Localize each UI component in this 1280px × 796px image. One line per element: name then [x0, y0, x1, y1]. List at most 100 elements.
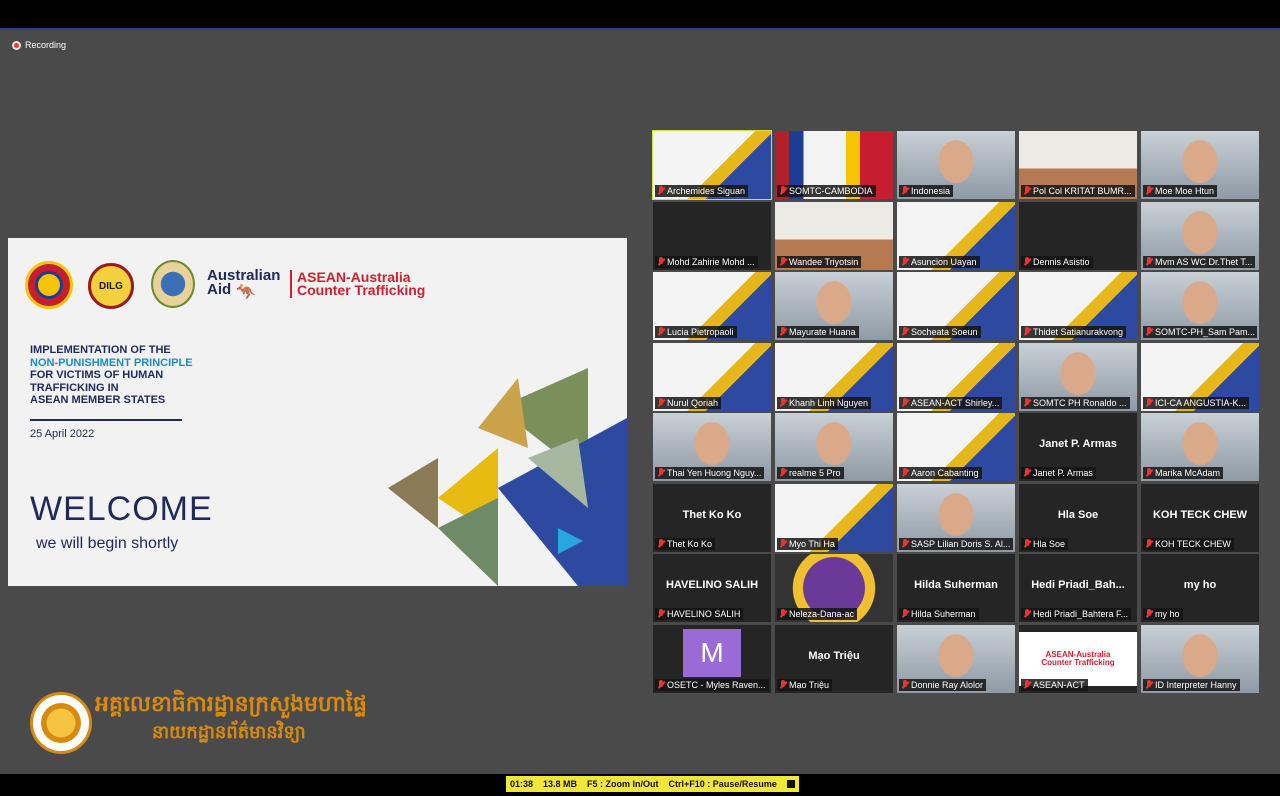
triangle-collage-graphic [388, 368, 627, 586]
muted-mic-icon [1145, 256, 1153, 267]
muted-mic-icon [1023, 256, 1031, 267]
participant-tile[interactable]: Thai Yen Huong Nguy... [653, 413, 771, 481]
welcome-heading: WELCOME [30, 490, 213, 528]
participant-tile[interactable]: ID Interpreter Hanny [1141, 624, 1259, 693]
participant-tile[interactable]: ASEAN-ACT Shirley... [897, 342, 1015, 411]
recording-icon [12, 40, 21, 50]
muted-mic-icon [1145, 679, 1153, 690]
muted-mic-icon [1023, 679, 1031, 690]
participant-name: Janet P. Armas [1033, 468, 1093, 478]
participant-display-name: Janet P. Armas [1039, 438, 1117, 450]
participant-tile[interactable]: SASP Lilian Doris S. Al... [897, 483, 1015, 552]
muted-mic-icon [779, 468, 787, 478]
participant-tile[interactable]: Janet P. Armas Janet P. Armas [1019, 413, 1137, 481]
participant-tile[interactable]: Nurul Qoriah [653, 342, 771, 411]
muted-mic-icon [1023, 397, 1031, 408]
participant-tile[interactable]: Aaron Cabanting [897, 413, 1015, 481]
recording-time: 01:38 [510, 779, 534, 789]
participant-name-label: ICI-CA ANGUSTIA-K... [1143, 396, 1250, 409]
participant-tile[interactable]: Mayurate Huana [775, 272, 893, 340]
muted-mic-icon [779, 256, 787, 267]
participant-name: Aaron Cabanting [911, 468, 979, 478]
participant-tile[interactable]: SOMTC PH Ronaldo ... [1019, 342, 1137, 411]
participant-tile[interactable]: Donnie Ray Alolor [897, 624, 1015, 693]
participant-tile[interactable]: realme 5 Pro [775, 413, 893, 481]
participant-name: HAVELINO SALIH [667, 609, 741, 619]
participant-tile[interactable]: Mạo Triệu Mạo Triệu [775, 624, 893, 693]
asean-act-logo: ASEAN-Australia Counter Trafficking [297, 269, 426, 298]
recording-indicator: Recording [12, 40, 66, 50]
participant-name-label: Hilda Suherman [899, 608, 979, 620]
participant-tile[interactable]: Hedi Priadi_Bah... Hedi Priadi_Bahtera F.… [1019, 554, 1137, 622]
participant-tile[interactable]: Indonesia [897, 131, 1015, 199]
avatar: M [683, 628, 741, 677]
participant-tile[interactable]: Asuncion Uayan [897, 201, 1015, 270]
participant-tile[interactable]: ICI-CA ANGUSTIA-K... [1141, 342, 1259, 411]
participant-tile[interactable]: Dennis Asistio [1019, 201, 1137, 270]
participant-tile[interactable]: SOMTC-CAMBODIA [775, 131, 893, 199]
participant-name: ASEAN-ACT [1033, 679, 1085, 690]
muted-mic-icon [901, 468, 909, 478]
participant-tile[interactable]: Marika McAdam [1141, 413, 1259, 481]
participant-tile[interactable]: Pol Col KRITAT BUMR... [1019, 131, 1137, 199]
agency-seal-icon [151, 260, 195, 308]
participant-tile[interactable]: Archemides Siguan [652, 130, 772, 200]
participant-name: Nurul Qoriah [667, 397, 719, 408]
participant-tile[interactable]: Khanh Linh Nguyen [775, 342, 893, 411]
participant-tile[interactable]: Hla Soe Hla Soe [1019, 483, 1137, 552]
participant-name: Hilda Suherman [911, 609, 976, 619]
participant-tile[interactable]: Mohd Zahirie Mohd ... [653, 201, 771, 270]
participant-name: Asuncion Uayan [911, 256, 977, 267]
participant-tile[interactable]: Thidet Satianurakvong [1019, 272, 1137, 340]
participant-name-label: Lucia Pietropaoli [655, 326, 737, 338]
participant-name: ICI-CA ANGUSTIA-K... [1155, 397, 1247, 408]
participant-name-label: my ho [1143, 608, 1183, 620]
participant-name: Wandee Triyotsin [789, 256, 859, 267]
participant-name: Dennis Asistio [1033, 256, 1090, 267]
participant-tile[interactable]: Socheata Soeun [897, 272, 1015, 340]
participant-name-label: SASP Lilian Doris S. Al... [899, 537, 1013, 550]
participant-tile[interactable]: Neleza-Dana-ac [775, 554, 893, 622]
participant-name-label: SOMTC PH Ronaldo ... [1021, 396, 1130, 409]
participant-name-label: Hla Soe [1021, 537, 1069, 550]
muted-mic-icon [1023, 538, 1031, 549]
participant-name-label: Thet Ko Ko [655, 537, 716, 550]
participant-tile[interactable]: my ho my ho [1141, 554, 1259, 622]
participant-tile[interactable]: Mvm AS WC Dr.Thet T... [1141, 201, 1259, 270]
participant-name-label: SOMTC-PH_Sam Pam... [1143, 326, 1257, 338]
pause-hint[interactable]: Ctrl+F10 : Pause/Resume [669, 779, 777, 789]
participant-tile[interactable]: Hilda Suherman Hilda Suherman [897, 554, 1015, 622]
muted-mic-icon [1145, 538, 1153, 549]
participant-tile[interactable]: HAVELINO SALIH HAVELINO SALIH [653, 554, 771, 622]
muted-mic-icon [901, 538, 909, 549]
muted-mic-icon [1145, 186, 1153, 196]
muted-mic-icon [1023, 186, 1031, 196]
participant-name: Marika McAdam [1155, 468, 1221, 478]
participant-tile[interactable]: Thet Ko Ko Thet Ko Ko [653, 483, 771, 552]
muted-mic-icon [779, 327, 787, 337]
participant-tile[interactable]: Wandee Triyotsin [775, 201, 893, 270]
participant-tile[interactable]: Moe Moe Htun [1141, 131, 1259, 199]
participant-name-label: Thai Yen Huong Nguy... [655, 467, 765, 479]
zoom-hint[interactable]: F5 : Zoom In/Out [587, 779, 659, 789]
participant-name-label: ASEAN-ACT Shirley... [899, 396, 1003, 409]
participant-tile[interactable]: ASEAN-Australia Counter Trafficking ASEAN-… [1019, 624, 1137, 693]
participant-name: Archemides Siguan [667, 186, 746, 196]
participant-name: Mohd Zahirie Mohd ... [667, 256, 755, 267]
participant-tile[interactable]: SOMTC-PH_Sam Pam... [1141, 272, 1259, 340]
stop-icon[interactable] [786, 780, 795, 788]
slide-date: 25 April 2022 [30, 428, 95, 440]
participant-name-label: Aaron Cabanting [899, 467, 982, 479]
participant-name-label: Marika McAdam [1143, 467, 1224, 479]
participant-name: OSETC - Myles Raven... [667, 679, 766, 690]
participant-tile[interactable]: Lucia Pietropaoli [653, 272, 771, 340]
muted-mic-icon [657, 186, 665, 196]
muted-mic-icon [901, 609, 909, 619]
participant-tile[interactable]: KOH TECK CHEW KOH TECK CHEW [1141, 483, 1259, 552]
participant-tile[interactable]: Myo Thi Ha [775, 483, 893, 552]
participant-display-name: Hilda Suherman [914, 579, 998, 591]
title-divider [30, 419, 182, 421]
muted-mic-icon [779, 679, 787, 690]
participant-tile[interactable]: M OSETC - Myles Raven... [653, 624, 771, 693]
meeting-stage: Recording DILG Australian Aid 🦘 ASEAN-Au… [0, 30, 1280, 774]
